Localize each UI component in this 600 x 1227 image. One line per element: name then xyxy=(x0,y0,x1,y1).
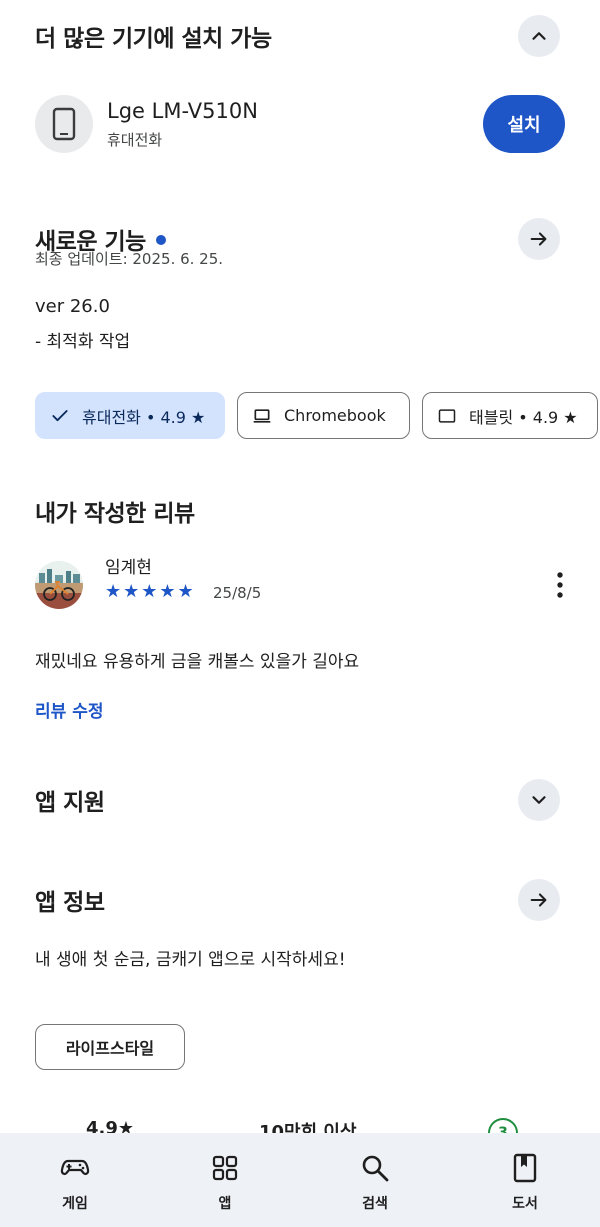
chip-chromebook-label: Chromebook xyxy=(284,406,386,425)
gamepad-icon xyxy=(60,1159,90,1175)
bottom-nav: 게임 앱 검색 도서 xyxy=(0,1133,600,1227)
more-devices-title: 더 많은 기기에 설치 가능 xyxy=(35,26,272,52)
chevron-down-icon xyxy=(532,796,546,804)
reviewer-name: 임계현 xyxy=(105,558,152,578)
device-type: 휴대전화 xyxy=(107,130,163,149)
avatar xyxy=(35,561,83,609)
category-chip[interactable]: 라이프스타일 xyxy=(35,1024,185,1070)
device-chips: 휴대전화 • 4.9 ★ Chromebook 태블릿 • 4.9 ★ xyxy=(35,392,598,439)
review-date: 25/8/5 xyxy=(213,584,262,602)
nav-games[interactable]: 게임 xyxy=(0,1133,150,1227)
book-icon xyxy=(513,1153,537,1183)
chevron-up-icon xyxy=(532,32,546,40)
arrow-right-icon xyxy=(530,893,547,907)
whats-new-arrow-button[interactable] xyxy=(518,218,560,260)
device-avatar xyxy=(35,95,93,153)
app-info-header: 앱 정보 xyxy=(35,879,560,921)
more-vert-icon xyxy=(557,572,563,598)
chip-phone-label: 휴대전화 • 4.9 ★ xyxy=(82,407,206,427)
nav-books-label: 도서 xyxy=(512,1196,538,1212)
app-description: 내 생애 첫 순금, 금캐기 앱으로 시작하세요! xyxy=(35,950,346,970)
nav-apps[interactable]: 앱 xyxy=(150,1133,300,1227)
nav-search-label: 검색 xyxy=(362,1196,388,1212)
more-devices-header: 더 많은 기기에 설치 가능 xyxy=(35,15,560,57)
app-info-title: 앱 정보 xyxy=(35,890,105,916)
edit-review-link[interactable]: 리뷰 수정 xyxy=(35,697,103,722)
app-support-header[interactable]: 앱 지원 xyxy=(35,779,560,821)
star-rating: ★★★★★ xyxy=(105,581,196,602)
device-name: Lge LM-V510N xyxy=(107,98,258,123)
chip-tablet[interactable]: 태블릿 • 4.9 ★ xyxy=(422,392,598,439)
check-icon xyxy=(52,409,68,421)
app-info-arrow-button[interactable] xyxy=(518,879,560,921)
version-text: ver 26.0 xyxy=(35,296,110,317)
more-options-button[interactable] xyxy=(555,571,565,599)
nav-books[interactable]: 도서 xyxy=(450,1133,600,1227)
install-button[interactable]: 설치 xyxy=(483,95,565,153)
expand-button[interactable] xyxy=(518,779,560,821)
chip-phone[interactable]: 휴대전화 • 4.9 ★ xyxy=(35,392,225,439)
device-row: Lge LM-V510N 휴대전화 설치 xyxy=(35,94,565,154)
my-review-title: 내가 작성한 리뷰 xyxy=(35,501,195,527)
last-updated: 최종 업데이트: 2025. 6. 25. xyxy=(35,250,224,268)
review-header: 임계현 ★★★★★ 25/8/5 xyxy=(35,553,565,613)
phone-icon xyxy=(52,107,76,141)
arrow-right-icon xyxy=(530,232,547,246)
release-notes: - 최적화 작업 xyxy=(35,332,131,352)
new-indicator-dot xyxy=(155,234,166,245)
chip-chromebook[interactable]: Chromebook xyxy=(237,392,410,439)
app-support-title: 앱 지원 xyxy=(35,790,105,816)
nav-search[interactable]: 검색 xyxy=(300,1133,450,1227)
chip-tablet-label: 태블릿 • 4.9 ★ xyxy=(469,407,578,427)
apps-grid-icon xyxy=(212,1155,238,1181)
collapse-button[interactable] xyxy=(518,15,560,57)
my-review-header: 내가 작성한 리뷰 xyxy=(35,494,560,528)
laptop-icon xyxy=(253,408,271,423)
nav-games-label: 게임 xyxy=(62,1196,88,1212)
tablet-icon xyxy=(438,408,456,423)
search-icon xyxy=(362,1155,389,1182)
nav-apps-label: 앱 xyxy=(218,1196,232,1212)
review-text: 재밌네요 유용하게 금을 캐볼스 있을가 길아요 xyxy=(35,652,360,672)
